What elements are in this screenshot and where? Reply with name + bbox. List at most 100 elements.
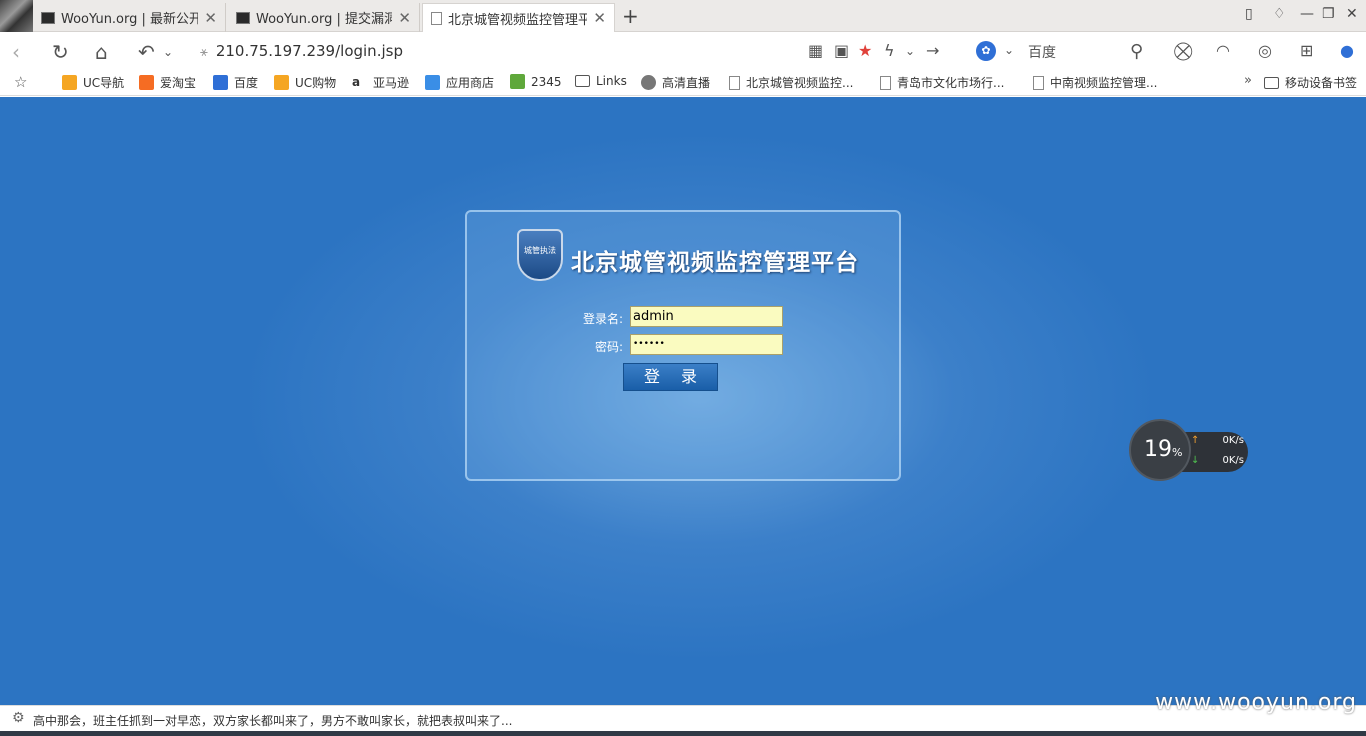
page-icon [880,75,891,90]
bookmark-item[interactable]: Links [575,74,627,88]
wooyun-favicon-icon [41,11,55,24]
tab-wooyun-latest[interactable]: WooYun.org | 最新公开 ✕ [33,3,226,32]
url-text: 210.75.197.239/login.jsp [215,42,403,60]
minimize-icon[interactable]: — [1300,6,1314,22]
memory-gauge: 19% [1129,419,1191,481]
username-label: 登录名: [582,312,623,326]
percent-value: 19 [1144,437,1172,462]
tab-title: WooYun.org | 最新公开 [61,12,199,27]
tab-title: WooYun.org | 提交漏洞 [256,12,393,27]
bookmark-label: 2345 [531,74,562,89]
engine-dropdown-icon[interactable]: ⌄ [1004,43,1014,57]
bookmark-item[interactable]: UC购物 [274,74,336,91]
apps-grid-icon[interactable]: ⊞ [1300,41,1313,60]
gear-icon[interactable]: ⚙ [12,710,25,726]
bookmarks-overflow[interactable]: » [1244,73,1252,88]
bookmark-label: 青岛市文化市场行... [897,76,1005,90]
bookmark-item[interactable]: 百度 [213,74,258,91]
translate-icon[interactable]: ▣ [834,41,849,60]
bookmark-label: 移动设备书签 [1285,76,1358,90]
bookmarks-bar: ☆ UC导航 爱淘宝 百度 UC购物 a 亚马逊 应用商店 2345 Links … [0,69,1366,96]
close-tab-icon[interactable]: ✕ [593,9,606,27]
bookmark-item[interactable]: 青岛市文化市场行... [880,74,1004,91]
baidu-paw-icon[interactable]: ✿ [976,41,996,61]
bookmark-label: 中南视频监控管理... [1050,76,1158,90]
tab-bar: WooYun.org | 最新公开 ✕ WooYun.org | 提交漏洞 ✕ … [0,0,1366,32]
favorite-star-icon[interactable]: ★ [858,41,872,60]
percent-unit: % [1172,446,1183,459]
address-bar: ‹ ↻ ⌂ ↶ ⌄ ⚹ 210.75.197.239/login.jsp ▦ ▣ … [0,33,1366,69]
username-field[interactable]: admin [630,306,783,327]
url-field[interactable]: ⚹ 210.75.197.239/login.jsp [200,42,403,60]
reload-icon[interactable]: ↻ [52,40,69,64]
password-field[interactable]: •••••• [630,334,783,355]
password-label: 密码: [594,340,623,354]
page-title: 北京城管视频监控管理平台 [571,249,859,276]
login-button[interactable]: 登 录 [623,363,718,391]
account-icon[interactable]: ● [1340,41,1354,60]
download-speed: 0K/s [1222,455,1245,466]
uc-shop-icon [274,75,289,90]
bookmark-item[interactable]: a 亚马逊 [352,74,409,91]
bookmark-item[interactable]: 2345 [510,74,562,89]
restore-icon[interactable]: ❐ [1322,6,1335,22]
back-icon[interactable]: ‹ [12,40,20,64]
badge-text: 城管执法 [524,246,556,255]
network-speed-widget[interactable]: 19% ↑ ↓ 0K/s 0K/s [1129,419,1249,481]
uc-icon [62,75,77,90]
bookmark-label: 应用商店 [446,76,495,90]
upload-speed: 0K/s [1222,435,1245,446]
cart-icon[interactable]: ⛒ [1174,41,1192,62]
mobile-bookmarks[interactable]: 移动设备书签 [1264,74,1357,91]
baidu-icon [213,75,228,90]
qr-code-icon[interactable]: ▦ [808,41,823,60]
login-panel: 城管执法 北京城管视频监控管理平台 登录名: admin 密码: •••••• … [465,210,901,481]
amazon-icon: a [352,75,367,90]
bookmark-item[interactable]: 高清直播 [641,74,710,91]
page-icon [729,75,740,90]
wooyun-favicon-icon [236,11,250,24]
tab-beijing-monitor[interactable]: 北京城管视频监控管理平 ✕ [422,3,615,32]
bookmark-item[interactable]: 应用商店 [425,74,494,91]
security-icon[interactable]: ◎ [1258,41,1272,60]
close-tab-icon[interactable]: ✕ [398,9,411,27]
sidebar-toggle-icon[interactable]: ▯ [1245,6,1253,22]
bookmark-item[interactable]: 中南视频监控管理... [1033,74,1157,91]
bookmark-label: 北京城管视频监控... [746,76,854,90]
close-tab-icon[interactable]: ✕ [204,9,217,27]
bookmark-label: 爱淘宝 [160,76,197,90]
bookmark-label: UC导航 [83,76,125,90]
2345-icon [510,74,525,89]
undo-icon[interactable]: ↶ [138,40,155,64]
home-icon[interactable]: ⌂ [95,40,108,64]
page-content: 城管执法 北京城管视频监控管理平台 登录名: admin 密码: •••••• … [0,97,1366,705]
search-placeholder: 百度 [1028,45,1056,61]
bookmark-item[interactable]: 北京城管视频监控... [729,74,853,91]
mobile-folder-icon [1264,76,1279,89]
forward-arrow-icon[interactable]: → [926,41,939,60]
bookmark-label: UC购物 [295,76,337,90]
insecure-icon: ⚹ [200,45,208,60]
folder-icon [575,75,590,87]
close-window-icon[interactable]: ✕ [1346,6,1358,22]
browser-logo [0,0,33,32]
wifi-icon[interactable]: ◠ [1216,41,1230,60]
bookmark-label: 亚马逊 [373,76,410,90]
news-ticker[interactable]: 高中那会，班主任抓到一对早恋，双方家长都叫来了，男方不敢叫家长，就把表叔叫来了.… [33,712,512,729]
undo-dropdown-icon[interactable]: ⌄ [163,45,173,59]
memory-percent: 19% [1144,437,1182,462]
flash-icon[interactable]: ϟ [884,41,895,60]
tab-title: 北京城管视频监控管理平 [448,12,588,28]
new-tab-icon[interactable]: + [622,4,639,28]
search-icon[interactable]: ⚲ [1130,41,1143,62]
bookmark-item[interactable]: 爱淘宝 [139,74,196,91]
tab-wooyun-submit[interactable]: WooYun.org | 提交漏洞 ✕ [228,3,420,32]
skin-icon[interactable]: ♢ [1273,6,1286,22]
bookmark-label: 高清直播 [662,76,711,90]
bookmark-label: Links [596,74,627,88]
bookmark-star-icon[interactable]: ☆ [14,73,27,91]
taobao-icon [139,75,154,90]
live-icon [641,75,656,90]
bookmark-item[interactable]: UC导航 [62,74,124,91]
flash-dropdown-icon[interactable]: ⌄ [905,44,915,58]
